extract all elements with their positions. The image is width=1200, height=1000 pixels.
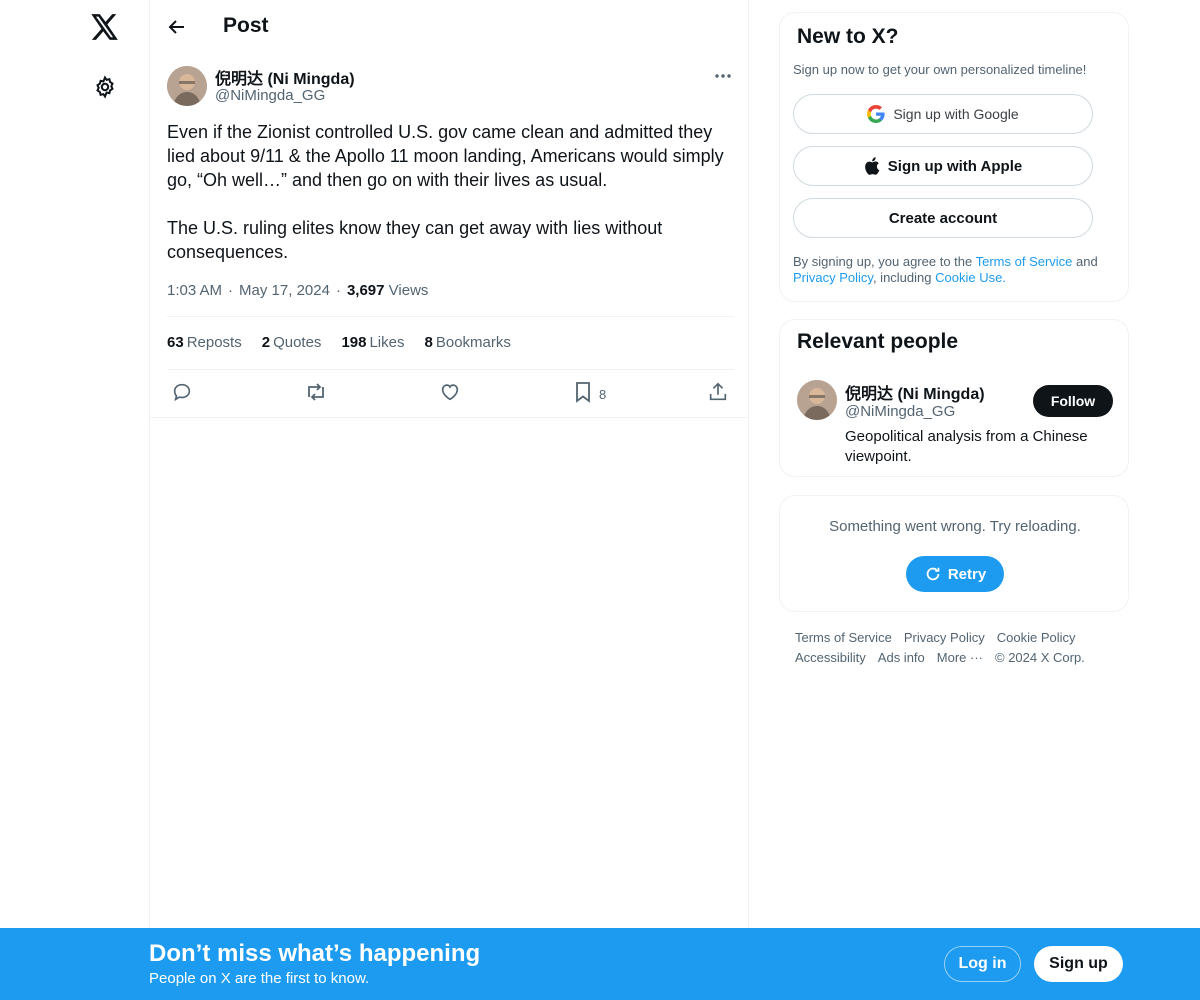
person-bio: Geopolitical analysis from a Chinese vie… <box>845 428 1088 465</box>
sign-up-apple-label: Sign up with Apple <box>887 157 1023 175</box>
back-arrow-icon[interactable] <box>162 12 192 42</box>
retry-button[interactable]: Retry <box>906 556 1004 592</box>
google-icon <box>867 105 885 123</box>
reply-icon <box>171 381 193 408</box>
create-account-button[interactable]: Create account <box>793 198 1093 238</box>
privacy-link[interactable]: Privacy Policy <box>793 270 873 285</box>
cookie-link[interactable]: Cookie Use. <box>935 270 1006 285</box>
post-header: Post <box>150 0 749 54</box>
legal-prefix: By signing up, you agree to the <box>793 254 976 269</box>
divider <box>167 316 734 317</box>
like-button[interactable] <box>439 382 461 406</box>
settings-gear-icon[interactable] <box>90 72 120 102</box>
footer-copyright: © 2024 X Corp. <box>995 650 1085 665</box>
post-meta: 1:03 AM · May 17, 2024 · 3,697 Views <box>167 282 429 299</box>
person-name[interactable]: 倪明达 (Ni Mingda) <box>845 380 985 404</box>
signup-legal-text: By signing up, you agree to the Terms of… <box>793 254 1123 286</box>
footer-link[interactable]: Ads info <box>878 648 925 668</box>
bookmarks-stat[interactable]: 8 Bookmarks <box>425 334 511 351</box>
left-nav <box>0 0 150 1000</box>
post-paragraph: Even if the Zionist controlled U.S. gov … <box>167 122 724 190</box>
repost-button[interactable] <box>304 382 328 406</box>
log-in-button[interactable]: Log in <box>944 946 1021 982</box>
share-icon <box>707 381 729 408</box>
signup-banner: Don’t miss what’s happening People on X … <box>0 928 1200 1000</box>
refresh-icon <box>924 565 942 583</box>
post-paragraph: The U.S. ruling elites know they can get… <box>167 218 663 262</box>
more-options-icon[interactable] <box>710 66 736 86</box>
main-column: Post 倪明达 (Ni Mingda) @NiMingda_GG Even i… <box>149 0 749 1000</box>
quotes-stat[interactable]: 2 Quotes <box>262 334 322 351</box>
new-to-x-card: New to X? Sign up now to get your own pe… <box>779 12 1129 302</box>
card-title: New to X? <box>797 25 899 48</box>
post-text: Even if the Zionist controlled U.S. gov … <box>167 120 733 288</box>
card-subtitle: Sign up now to get your own personalized… <box>793 62 1087 77</box>
likes-stat[interactable]: 198 Likes <box>341 334 404 351</box>
author-handle[interactable]: @NiMingda_GG <box>215 87 325 104</box>
reposts-stat[interactable]: 63 Reposts <box>167 334 242 351</box>
bookmark-count: 8 <box>599 386 607 402</box>
sign-up-button[interactable]: Sign up <box>1034 946 1123 982</box>
error-card: Something went wrong. Try reloading. Ret… <box>779 495 1129 612</box>
author-name[interactable]: 倪明达 (Ni Mingda) <box>215 65 355 89</box>
person-handle[interactable]: @NiMingda_GG <box>845 403 955 420</box>
card-title: Relevant people <box>797 330 959 353</box>
banner-subtitle: People on X are the first to know. <box>149 970 370 987</box>
footer-link[interactable]: Cookie Policy <box>997 628 1076 648</box>
divider <box>150 417 749 418</box>
views-label: Views <box>388 282 429 299</box>
post-time[interactable]: 1:03 AM <box>167 282 222 299</box>
bookmark-icon <box>573 381 593 408</box>
reply-button[interactable] <box>171 382 193 406</box>
footer-link[interactable]: More ··· <box>937 648 983 668</box>
relevant-people-card: Relevant people 倪明达 (Ni Mingda) @NiMingd… <box>779 319 1129 477</box>
heart-icon <box>439 381 461 408</box>
sign-up-google-button[interactable]: Sign up with Google <box>793 94 1093 134</box>
sign-up-google-label: Sign up with Google <box>893 106 1019 122</box>
create-account-label: Create account <box>888 209 998 227</box>
views-count: 3,697 <box>346 282 385 299</box>
retry-label: Retry <box>947 565 987 583</box>
apple-icon <box>864 157 880 175</box>
footer-links: Terms of Service Privacy Policy Cookie Pol… <box>795 628 1115 668</box>
post-actions: 8 <box>150 370 749 418</box>
footer-link[interactable]: Terms of Service <box>795 628 892 648</box>
page-title: Post <box>223 14 269 37</box>
legal-including: , including <box>872 270 936 285</box>
post-date[interactable]: May 17, 2024 <box>239 282 330 299</box>
terms-link[interactable]: Terms of Service <box>976 254 1073 269</box>
x-logo-icon[interactable] <box>88 10 122 44</box>
sign-up-apple-button[interactable]: Sign up with Apple <box>793 146 1093 186</box>
footer-link[interactable]: Privacy Policy <box>904 628 985 648</box>
footer-link[interactable]: Accessibility <box>795 648 866 668</box>
bookmark-button[interactable]: 8 <box>573 381 607 408</box>
repost-icon <box>304 381 328 408</box>
avatar[interactable] <box>167 66 207 106</box>
follow-button[interactable]: Follow <box>1033 385 1113 417</box>
banner-title: Don’t miss what’s happening <box>149 940 481 967</box>
post-stats: 63 Reposts 2 Quotes 198 Likes 8 Bookmarks <box>167 334 511 351</box>
avatar[interactable] <box>797 380 837 420</box>
share-button[interactable] <box>707 382 729 406</box>
legal-and: and <box>1072 254 1098 269</box>
error-message: Something went wrong. Try reloading. <box>829 518 1081 535</box>
